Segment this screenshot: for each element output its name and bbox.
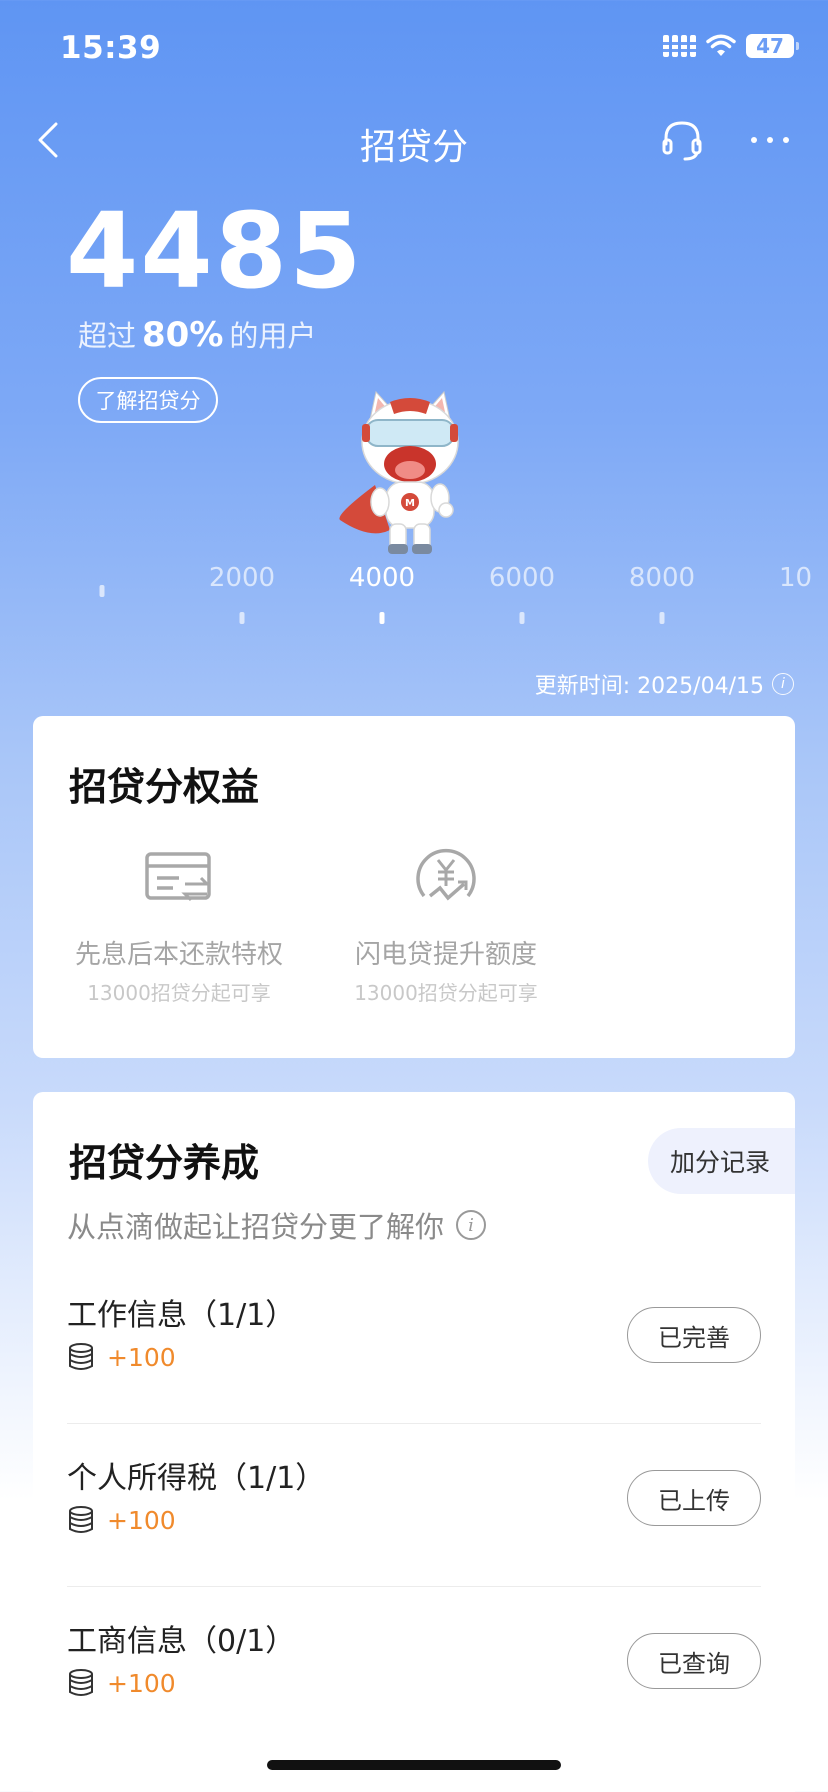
exceed-suffix: 的用户 [229,319,317,353]
cultivate-subtitle-text: 从点滴做起让招贷分更了解你 [67,1210,445,1244]
cultivate-subtitle: 从点滴做起让招贷分更了解你 i [67,1204,487,1246]
home-indicator[interactable] [267,1760,561,1770]
exceed-prefix: 超过 [78,319,137,353]
status-time: 15:39 [60,30,162,66]
ruler-tick-current [379,612,385,624]
task-points: +100 [67,1668,176,1698]
update-time-text: 更新时间: 2025/04/15 [534,674,764,699]
ruler-label: 2000 [208,563,276,593]
card-transfer-icon [145,852,211,902]
headset-icon [662,121,702,161]
ruler-label: 10 [779,563,813,593]
benefit-item[interactable]: 先息后本还款特权 13000招贷分起可享 [54,846,304,1006]
task-item: 个人所得税（1/1） +100 已上传 [67,1425,761,1587]
wifi-icon [706,34,736,56]
coins-icon [69,1669,93,1696]
learn-more-button[interactable]: 了解招贷分 [78,377,218,423]
yuan-up-icon [416,849,476,901]
ruler-tick [519,612,525,624]
ruler-tick [239,612,245,624]
score-value: 4485 [66,190,364,312]
task-points: +100 [67,1342,176,1372]
benefits-card: 招贷分权益 先息后本还款特权 13000招贷分起可享 闪电贷提升额度 13000… [33,716,795,1058]
task-name: 个人所得税（1/1） [67,1461,326,1496]
battery-icon: 47 [746,34,799,58]
task-points: +100 [67,1505,176,1535]
benefit-name: 先息后本还款特权 [74,940,283,970]
task-points-value: +100 [107,1342,176,1372]
task-status-button[interactable]: 已查询 [627,1633,761,1689]
divider [67,1423,761,1424]
coins-icon [69,1343,93,1370]
task-item: 工商信息（0/1） +100 已查询 [67,1588,761,1750]
cultivate-card: 招贷分养成 加分记录 从点滴做起让招贷分更了解你 i 工作信息（1/1） +10… [33,1092,795,1792]
customer-service-button[interactable] [660,118,704,162]
status-icons: 47 [663,34,799,58]
task-status-button[interactable]: 已完善 [627,1307,761,1363]
exceed-text: 超过 80% 的用户 [78,313,316,355]
ruler-label: 6000 [488,563,556,593]
mascot-cat-astronaut-icon: M [339,390,459,554]
svg-text:M: M [405,498,415,509]
benefit-item[interactable]: 闪电贷提升额度 13000招贷分起可享 [321,846,571,1006]
task-points-value: +100 [107,1505,176,1535]
benefit-requirement: 13000招贷分起可享 [87,981,271,1005]
benefits-title: 招贷分权益 [69,765,260,809]
benefit-name: 闪电贷提升额度 [354,940,537,970]
info-icon[interactable]: i [456,1210,487,1240]
task-points-value: +100 [107,1668,176,1698]
points-record-button[interactable]: 加分记录 [648,1128,795,1194]
benefit-requirement: 13000招贷分起可享 [354,981,538,1005]
task-status-button[interactable]: 已上传 [627,1470,761,1526]
task-name: 工作信息（1/1） [67,1298,296,1333]
task-item: 工作信息（1/1） +100 已完善 [67,1262,761,1424]
ruler-tick [659,612,665,624]
ruler-label: 8000 [628,563,696,593]
task-name: 工商信息（0/1） [67,1624,296,1659]
more-button[interactable] [748,120,792,160]
update-time: 更新时间: 2025/04/15 i [535,668,794,700]
divider [67,1586,761,1587]
ruler-tick [99,585,105,597]
ruler-label-current: 4000 [348,563,416,593]
coins-icon [69,1506,93,1533]
info-icon[interactable]: i [772,673,794,695]
more-dots-icon [751,137,789,143]
exceed-percentage: 80% [142,315,224,355]
cellular-signal-icon [663,35,696,57]
cultivate-title: 招贷分养成 [69,1141,260,1185]
